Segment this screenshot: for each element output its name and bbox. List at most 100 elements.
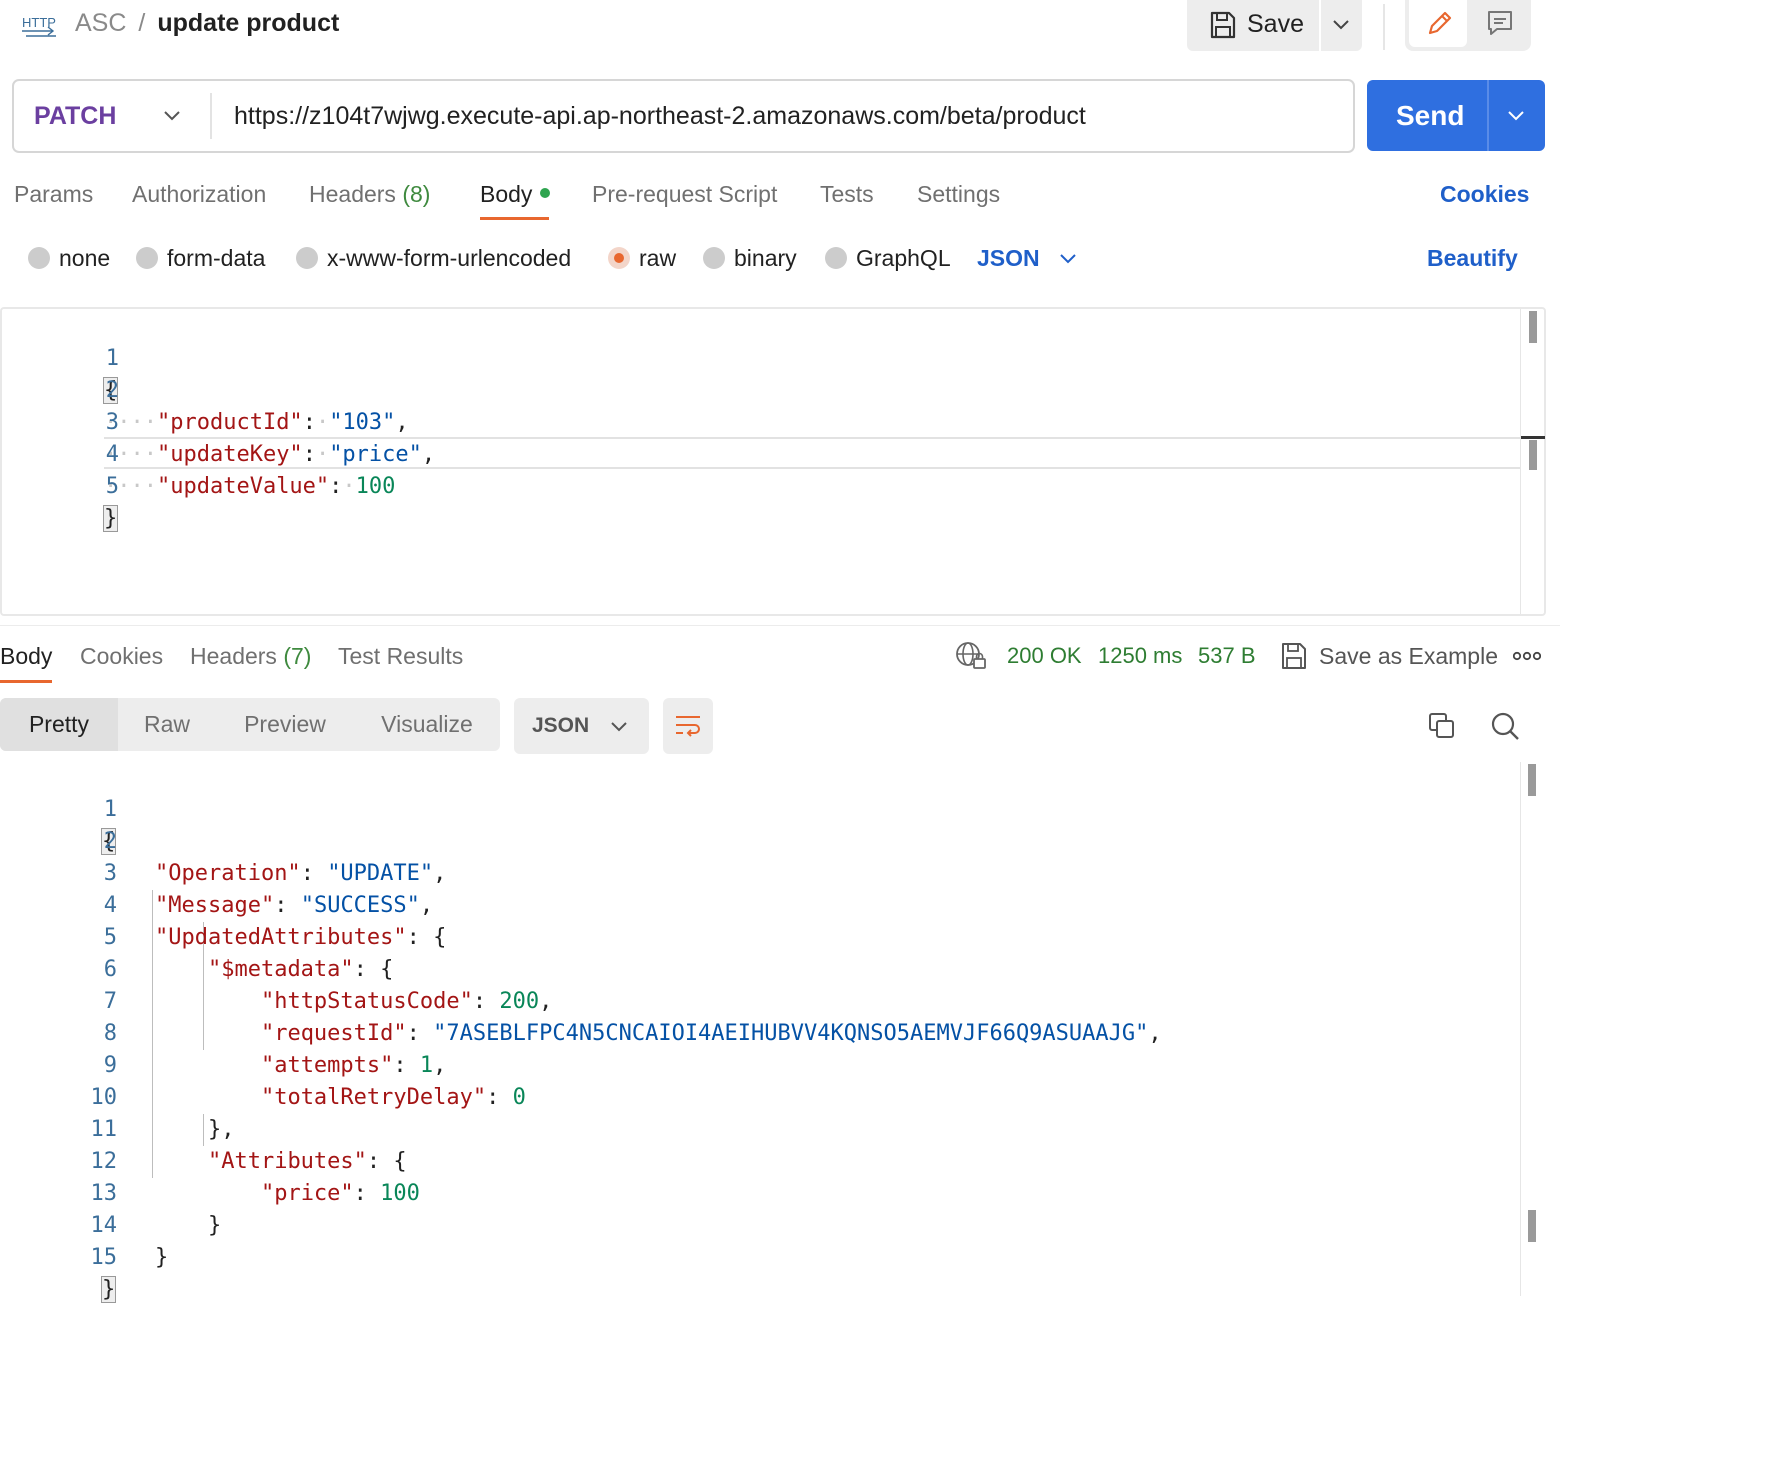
- code-line: 9 "totalRetryDelay": 0: [0, 1018, 1518, 1110]
- code-line: 12 "price": 100: [0, 1114, 1518, 1206]
- code-line: 3 "Message": "SUCCESS",: [0, 826, 1518, 918]
- response-headers-count: (7): [283, 643, 312, 669]
- save-icon: [1282, 643, 1306, 669]
- code-line: 4 ····"updateValue":·100: [2, 407, 1520, 499]
- code-line: 8 "attempts": 1,: [0, 986, 1518, 1078]
- edit-mode-button[interactable]: [1409, 0, 1467, 47]
- code-line: 10 },: [0, 1050, 1518, 1142]
- code-line: 5 }: [2, 439, 1520, 532]
- body-indicator-dot: [540, 187, 551, 198]
- response-scrollbar-marker: [1528, 1210, 1536, 1242]
- svg-text:HTTP: HTTP: [22, 15, 56, 30]
- save-label: Save: [1247, 10, 1304, 38]
- view-mode-segmented-control: Pretty Raw Preview Visualize: [0, 698, 500, 751]
- request-url-bar: PATCH https://z104t7wjwg.execute-api.ap-…: [12, 79, 1355, 153]
- globe-lock-icon[interactable]: [955, 641, 987, 671]
- active-tab-indicator: [480, 217, 549, 220]
- chevron-down-icon[interactable]: [1058, 248, 1078, 268]
- http-icon: HTTP: [22, 15, 56, 37]
- code-line: 5 "$metadata": {: [0, 890, 1518, 982]
- copy-icon[interactable]: [1428, 712, 1456, 740]
- view-visualize[interactable]: Visualize: [364, 698, 490, 751]
- code-line: 2 ····"productId":·"103",: [2, 343, 1520, 435]
- response-tab-headers[interactable]: Headers (7): [190, 642, 311, 670]
- code-line: 4 "UpdatedAttributes": {: [0, 858, 1518, 950]
- wrap-lines-icon: [676, 716, 700, 737]
- view-preview[interactable]: Preview: [226, 698, 344, 751]
- save-button[interactable]: Save: [1187, 0, 1319, 51]
- tab-authorization[interactable]: Authorization: [132, 180, 266, 208]
- cookies-link[interactable]: Cookies: [1440, 180, 1529, 208]
- tab-body[interactable]: Body: [480, 180, 551, 208]
- code-line: 13 }: [0, 1146, 1518, 1238]
- more-options-icon[interactable]: [1513, 650, 1541, 662]
- beautify-button[interactable]: Beautify: [1427, 244, 1518, 272]
- response-scrollbar-track: [1520, 762, 1521, 1296]
- save-as-example-button[interactable]: Save as Example: [1319, 642, 1498, 670]
- cursor-position-marker: [1521, 436, 1545, 439]
- response-tab-body[interactable]: Body: [0, 642, 52, 670]
- code-line: 6 "httpStatusCode": 200,: [0, 922, 1518, 1014]
- response-body-viewer[interactable]: 1 { 2 "Operation": "UPDATE", 3 "Message"…: [0, 762, 1560, 1303]
- line-number: 5: [105, 474, 119, 499]
- tab-pre-request-script[interactable]: Pre-request Script: [592, 180, 777, 208]
- divider: [1383, 4, 1385, 50]
- pane-divider[interactable]: [0, 625, 1560, 626]
- tab-settings[interactable]: Settings: [917, 180, 1000, 208]
- code-line: 1 {: [2, 311, 1520, 404]
- view-raw[interactable]: Raw: [118, 698, 216, 751]
- body-language-select[interactable]: JSON: [977, 244, 1040, 272]
- save-icon: [1210, 11, 1236, 39]
- code-line: 1 {: [0, 762, 1518, 855]
- active-tab-indicator: [0, 680, 52, 683]
- tab-params[interactable]: Params: [14, 180, 93, 208]
- response-format-label: JSON: [532, 714, 590, 737]
- save-options-button[interactable]: [1321, 0, 1362, 51]
- comment-icon: [1488, 11, 1512, 35]
- chevron-down-icon: [1333, 20, 1349, 30]
- pencil-icon: [1428, 11, 1452, 35]
- send-button[interactable]: Send: [1396, 100, 1464, 132]
- request-title[interactable]: update product: [157, 9, 339, 37]
- breadcrumb: ASC / update product: [75, 8, 339, 38]
- editor-scrollbar-thumb[interactable]: [1529, 311, 1537, 343]
- divider: [210, 93, 212, 139]
- save-button-group: Save: [1187, 0, 1362, 51]
- send-button-group: Send: [1367, 80, 1545, 151]
- response-tab-cookies[interactable]: Cookies: [80, 642, 163, 670]
- tab-tests[interactable]: Tests: [820, 180, 874, 208]
- request-body-editor[interactable]: 1 { 2 ····"productId":·"103", 3 ····"upd…: [0, 307, 1546, 616]
- editor-scrollbar-track: [1520, 309, 1521, 614]
- code-line: 11 "Attributes": {: [0, 1082, 1518, 1174]
- tab-headers[interactable]: Headers (8): [309, 180, 430, 208]
- status-code[interactable]: 200 OK: [1007, 642, 1082, 670]
- code-line: 7 "requestId": "7ASEBLFPC4N5CNCAIOI4AEIH…: [0, 954, 1518, 1046]
- editor-scrollbar-marker: [1529, 440, 1537, 470]
- radio-dot: [825, 247, 847, 269]
- chevron-down-icon: [1508, 111, 1524, 121]
- chevron-down-icon[interactable]: [162, 105, 182, 125]
- code-line: 14 }: [0, 1178, 1518, 1270]
- headers-count: (8): [402, 181, 431, 207]
- code-line: 3 ····"updateKey":·"price",: [2, 375, 1520, 467]
- radio-dot: [703, 247, 725, 269]
- breadcrumb-separator: /: [138, 9, 146, 37]
- response-format-select[interactable]: JSON: [514, 698, 649, 754]
- mode-toggle: [1405, 0, 1531, 51]
- line-number: 15: [90, 1245, 117, 1270]
- view-pretty[interactable]: Pretty: [0, 698, 118, 751]
- method-select[interactable]: PATCH: [34, 101, 116, 131]
- response-tab-test-results[interactable]: Test Results: [338, 642, 463, 670]
- url-input[interactable]: https://z104t7wjwg.execute-api.ap-northe…: [234, 101, 1086, 131]
- wrap-lines-button[interactable]: [663, 698, 713, 754]
- radio-dot: [136, 247, 158, 269]
- response-time[interactable]: 1250 ms: [1098, 642, 1182, 670]
- response-size[interactable]: 537 B: [1198, 642, 1256, 670]
- send-options-button[interactable]: [1489, 80, 1545, 151]
- radio-dot-selected: [608, 247, 630, 269]
- radio-dot: [28, 247, 50, 269]
- search-icon[interactable]: [1490, 711, 1520, 741]
- comments-button[interactable]: [1471, 0, 1529, 47]
- response-scrollbar-thumb[interactable]: [1528, 764, 1536, 796]
- breadcrumb-collection[interactable]: ASC: [75, 9, 126, 37]
